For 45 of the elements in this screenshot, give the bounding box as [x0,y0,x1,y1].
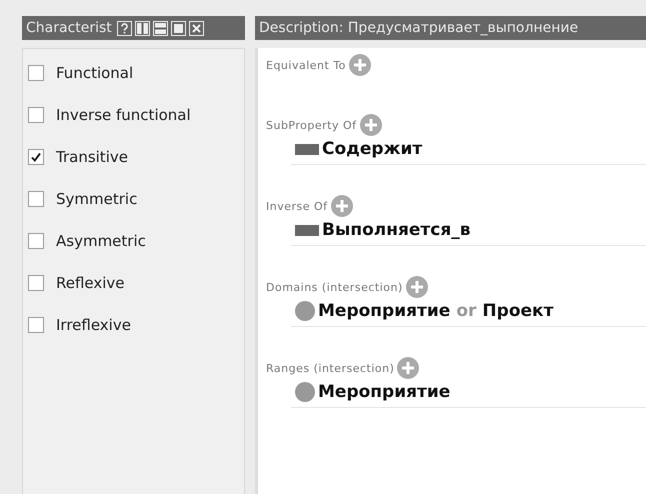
checkbox-label: Inverse functional [56,106,191,124]
add-icon[interactable] [348,54,371,76]
section-label: Ranges (intersection) [266,362,394,374]
class-icon [295,382,315,402]
checkbox[interactable] [28,65,44,81]
checkbox-label: Asymmetric [56,232,146,250]
property-icon [295,144,319,154]
entity-name: Мероприятие [318,382,450,402]
add-icon[interactable] [397,357,420,379]
checkbox[interactable] [28,107,44,123]
maximize-icon[interactable] [170,20,186,36]
add-icon[interactable] [360,114,382,136]
close-icon[interactable] [188,20,204,36]
entry-row[interactable]: Мероприятие or Проект [291,298,646,327]
entity-name: Проект [482,301,554,321]
checkbox-label: Functional [56,64,134,82]
connector-keyword: or [456,301,476,321]
checkbox[interactable] [28,275,44,291]
checkbox[interactable] [28,149,44,165]
section-label: SubProperty Of [266,118,357,132]
split-vertical-icon[interactable] [134,20,150,36]
help-icon[interactable] [116,20,132,36]
entity-name: Выполняется_в [322,220,471,240]
add-icon[interactable] [406,276,428,298]
checkbox-label: Irreflexive [56,316,131,334]
property-icon [295,224,319,236]
section-label: Equivalent To [266,58,346,72]
checkbox[interactable] [28,317,44,333]
section-label: Domains (intersection) [266,280,403,294]
entry-row[interactable]: Содержит [291,136,646,165]
panel-title: Characterist [26,20,112,36]
entity-name: Содержит [322,139,422,159]
checkbox[interactable] [28,191,44,207]
entry-row[interactable]: Мероприятие [291,379,646,408]
entry-row[interactable]: Выполняется_в [291,217,646,246]
checkbox-label: Reflexive [56,274,125,292]
checkbox[interactable] [28,233,44,249]
section-label: Inverse Of [266,200,328,212]
add-icon[interactable] [330,195,353,217]
entity-name: Мероприятие [318,301,450,321]
checkbox-label: Symmetric [56,190,138,208]
checkbox-label: Transitive [56,148,128,166]
class-icon [295,301,315,321]
split-horizontal-icon[interactable] [152,20,168,36]
panel-title: Description: Предусматривает_выполнение [259,20,578,36]
